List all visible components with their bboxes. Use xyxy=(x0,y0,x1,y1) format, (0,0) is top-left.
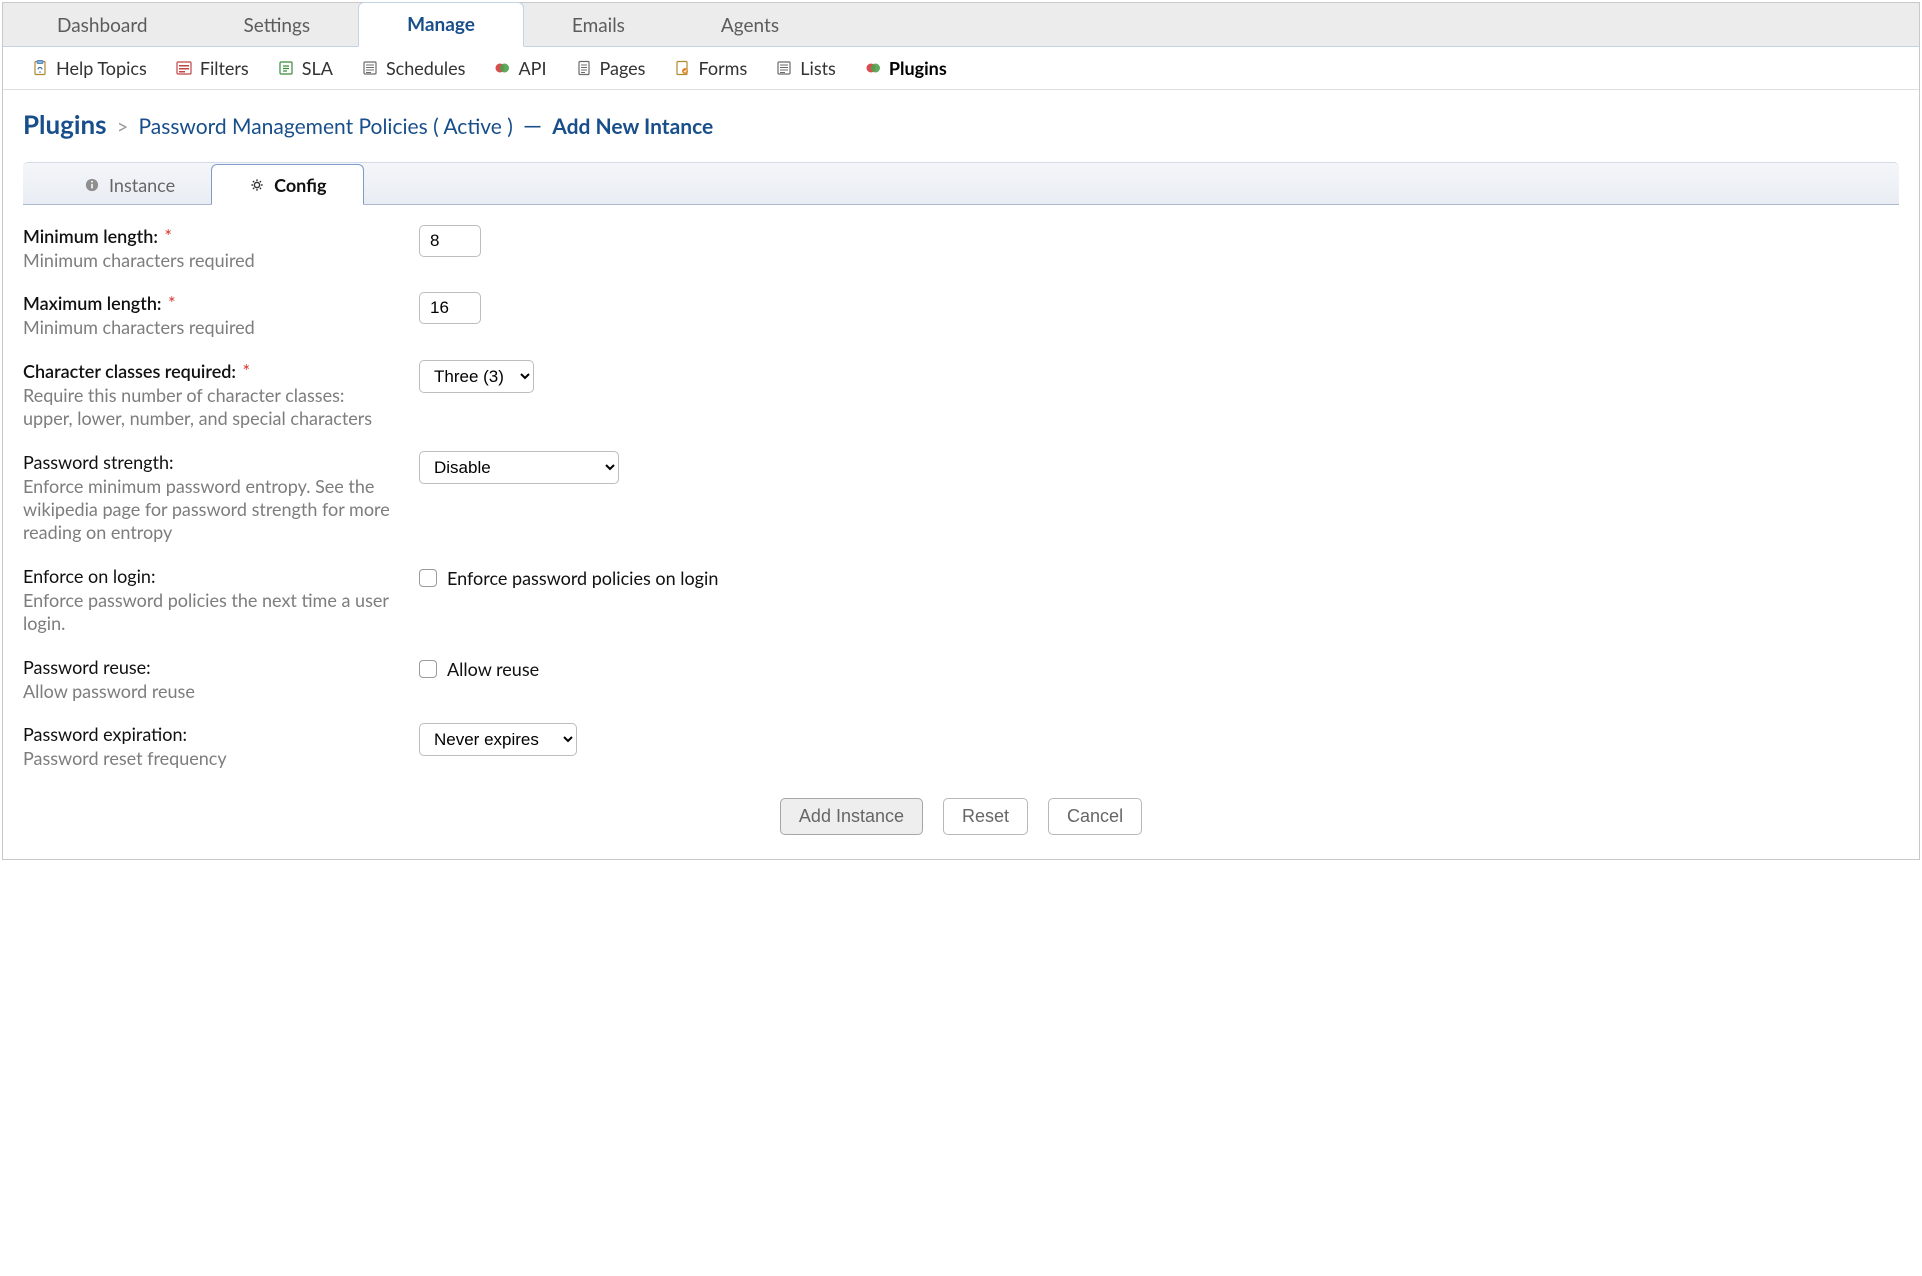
label-text: Maximum length: xyxy=(23,292,162,314)
tab-config[interactable]: Config xyxy=(211,164,363,205)
label-max-length: Maximum length: * xyxy=(23,292,176,314)
subnav: Help Topics Filters SLA Schedules API xyxy=(3,47,1919,90)
help-enforce-login: Enforce password policies the next time … xyxy=(23,589,395,636)
checkbox-reuse-wrap[interactable]: Allow reuse xyxy=(419,656,539,680)
required-marker: * xyxy=(240,360,250,382)
subnav-filters[interactable]: Filters xyxy=(175,57,249,79)
content: Plugins > Password Management Policies (… xyxy=(3,90,1919,859)
help-expiration: Password reset frequency xyxy=(23,747,395,770)
subnav-lists[interactable]: Lists xyxy=(775,57,836,79)
help-min-length: Minimum characters required xyxy=(23,249,395,272)
row-min-length: Minimum length: * Minimum characters req… xyxy=(23,225,1899,272)
pages-icon xyxy=(575,59,593,77)
required-marker: * xyxy=(162,225,172,247)
api-icon xyxy=(493,59,511,77)
subnav-label: Help Topics xyxy=(56,57,147,79)
label-enforce-login: Enforce on login: xyxy=(23,565,155,587)
select-expiration[interactable]: Never expires xyxy=(419,723,577,756)
app-frame: Dashboard Settings Manage Emails Agents … xyxy=(2,2,1920,860)
sla-icon xyxy=(277,59,295,77)
checkbox-label: Enforce password policies on login xyxy=(447,567,718,589)
required-marker: * xyxy=(166,292,176,314)
subnav-forms[interactable]: Forms xyxy=(673,57,747,79)
subnav-pages[interactable]: Pages xyxy=(575,57,646,79)
subnav-schedules[interactable]: Schedules xyxy=(361,57,466,79)
subnav-label: Schedules xyxy=(386,57,466,79)
form-buttons: Add Instance Reset Cancel xyxy=(23,798,1899,835)
tab-manage[interactable]: Manage xyxy=(358,2,524,47)
row-char-classes: Character classes required: * Require th… xyxy=(23,360,1899,431)
breadcrumb-plugin-name[interactable]: Password Management Policies ( Active ) xyxy=(139,114,513,139)
clipboard-icon xyxy=(31,59,49,77)
help-reuse: Allow password reuse xyxy=(23,680,395,703)
subnav-label: Plugins xyxy=(889,57,947,79)
breadcrumb-sep: > xyxy=(113,115,133,139)
tab-settings[interactable]: Settings xyxy=(196,4,359,47)
reset-button[interactable]: Reset xyxy=(943,798,1028,835)
tab-instance[interactable]: Instance xyxy=(47,164,211,205)
breadcrumb: Plugins > Password Management Policies (… xyxy=(23,108,1899,140)
subnav-api[interactable]: API xyxy=(493,57,546,79)
subnav-label: API xyxy=(518,57,546,79)
tab-agents[interactable]: Agents xyxy=(673,4,827,47)
add-instance-button[interactable]: Add Instance xyxy=(780,798,923,835)
row-expiration: Password expiration: Password reset freq… xyxy=(23,723,1899,770)
select-char-classes[interactable]: Three (3) xyxy=(419,360,534,393)
label-min-length: Minimum length: * xyxy=(23,225,172,247)
subnav-label: Pages xyxy=(600,57,646,79)
inner-tab-label: Instance xyxy=(109,174,175,196)
checkbox-enforce-login-wrap[interactable]: Enforce password policies on login xyxy=(419,565,718,589)
inner-tabs: Instance Config xyxy=(23,162,1899,205)
breadcrumb-current: Add New Intance xyxy=(552,114,713,139)
row-strength: Password strength: Enforce minimum passw… xyxy=(23,451,1899,545)
label-text: Minimum length: xyxy=(23,225,158,247)
subnav-label: Forms xyxy=(698,57,747,79)
lists-icon xyxy=(775,59,793,77)
config-form: Minimum length: * Minimum characters req… xyxy=(23,205,1899,835)
forms-icon xyxy=(673,59,691,77)
filter-icon xyxy=(175,59,193,77)
subnav-help-topics[interactable]: Help Topics xyxy=(31,57,147,79)
cancel-button[interactable]: Cancel xyxy=(1048,798,1142,835)
subnav-plugins[interactable]: Plugins xyxy=(864,57,947,79)
row-reuse: Password reuse: Allow password reuse All… xyxy=(23,656,1899,703)
subnav-sla[interactable]: SLA xyxy=(277,57,333,79)
checkbox-label: Allow reuse xyxy=(447,658,539,680)
row-enforce-login: Enforce on login: Enforce password polic… xyxy=(23,565,1899,636)
subnav-label: Filters xyxy=(200,57,249,79)
schedule-icon xyxy=(361,59,379,77)
info-icon xyxy=(83,176,101,194)
help-strength: Enforce minimum password entropy. See th… xyxy=(23,475,395,545)
label-text: Character classes required: xyxy=(23,360,236,382)
help-max-length: Minimum characters required xyxy=(23,316,395,339)
tab-dashboard[interactable]: Dashboard xyxy=(9,4,196,47)
tab-emails[interactable]: Emails xyxy=(524,4,673,47)
label-reuse: Password reuse: xyxy=(23,656,151,678)
breadcrumb-root[interactable]: Plugins xyxy=(23,108,107,140)
row-max-length: Maximum length: * Minimum characters req… xyxy=(23,292,1899,339)
input-max-length[interactable] xyxy=(419,292,481,324)
label-char-classes: Character classes required: * xyxy=(23,360,250,382)
gear-icon xyxy=(248,176,266,194)
label-expiration: Password expiration: xyxy=(23,723,187,745)
help-char-classes: Require this number of character classes… xyxy=(23,384,395,431)
inner-tab-label: Config xyxy=(274,174,326,196)
subnav-label: Lists xyxy=(800,57,836,79)
select-strength[interactable]: Disable xyxy=(419,451,619,484)
subnav-label: SLA xyxy=(302,57,333,79)
plugins-icon xyxy=(864,59,882,77)
checkbox-enforce-login[interactable] xyxy=(419,569,437,587)
label-strength: Password strength: xyxy=(23,451,174,473)
breadcrumb-dash: — xyxy=(519,111,546,140)
primary-tabs: Dashboard Settings Manage Emails Agents xyxy=(3,3,1919,47)
checkbox-reuse[interactable] xyxy=(419,660,437,678)
input-min-length[interactable] xyxy=(419,225,481,257)
